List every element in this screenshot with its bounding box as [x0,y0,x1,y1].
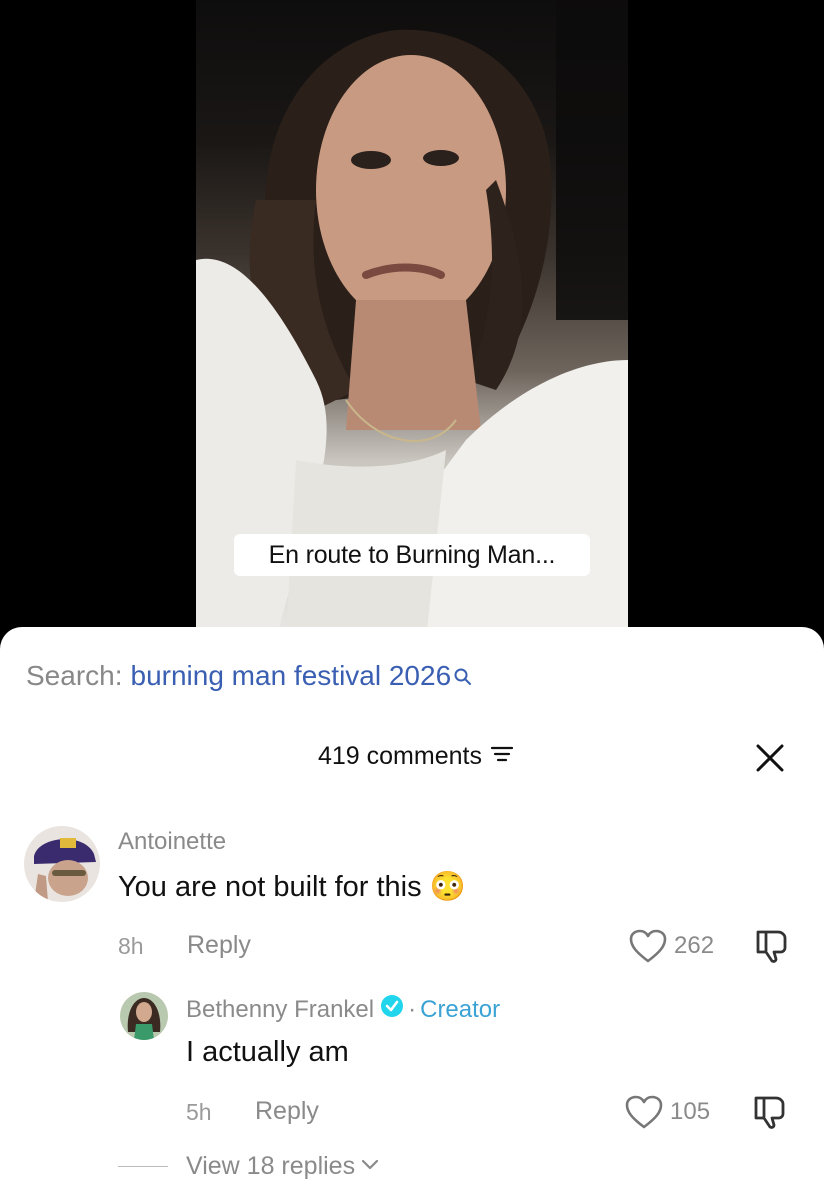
comment-timestamp: 8h [118,933,144,959]
reply-timestamp: 5h [186,1099,212,1125]
heart-icon [629,929,667,963]
view-replies-label: View 18 replies [186,1152,356,1180]
reply-username-row: Bethenny Frankel · Creator [186,994,500,1025]
reply-text: I actually am [186,1036,349,1068]
like-button[interactable]: 262 [628,928,714,964]
comment-username[interactable]: Antoinette [118,828,226,856]
search-prefix: Search: [26,660,123,691]
like-button[interactable]: 105 [624,1094,710,1130]
close-comments-button[interactable] [752,740,788,776]
search-icon [453,662,473,694]
comment-text: You are not built for this 😳 [118,871,466,903]
reply-button[interactable]: Reply [187,931,251,960]
view-replies-button[interactable]: View 18 replies [118,1152,379,1181]
avatar[interactable] [24,826,100,902]
divider-line [118,1166,168,1167]
search-query-link[interactable]: burning man festival 2026 [131,660,452,692]
heart-icon [625,1095,663,1129]
separator-dot: · [408,995,417,1023]
reply-button[interactable]: Reply [255,1097,319,1126]
video-player[interactable]: En route to Burning Man... [0,0,824,640]
verified-badge-icon [380,994,404,1025]
video-caption: En route to Burning Man... [234,534,590,576]
avatar[interactable] [120,992,168,1040]
like-count: 105 [670,1098,711,1125]
sort-filter-icon[interactable] [490,742,514,771]
search-suggestion[interactable]: Search: burning man festival 2026 [26,660,473,694]
creator-tag: Creator [420,995,501,1023]
comments-count-label: 419 comments [318,742,482,770]
reply-username[interactable]: Bethenny Frankel [186,996,374,1024]
close-icon [756,744,784,772]
like-count: 262 [674,932,715,959]
chevron-down-icon [361,1158,379,1176]
dislike-button[interactable] [752,928,792,969]
thumbs-down-icon [754,1096,785,1129]
thumbs-down-icon [756,930,787,963]
comments-count-header: 419 comments [318,742,514,771]
dislike-button[interactable] [750,1094,790,1135]
